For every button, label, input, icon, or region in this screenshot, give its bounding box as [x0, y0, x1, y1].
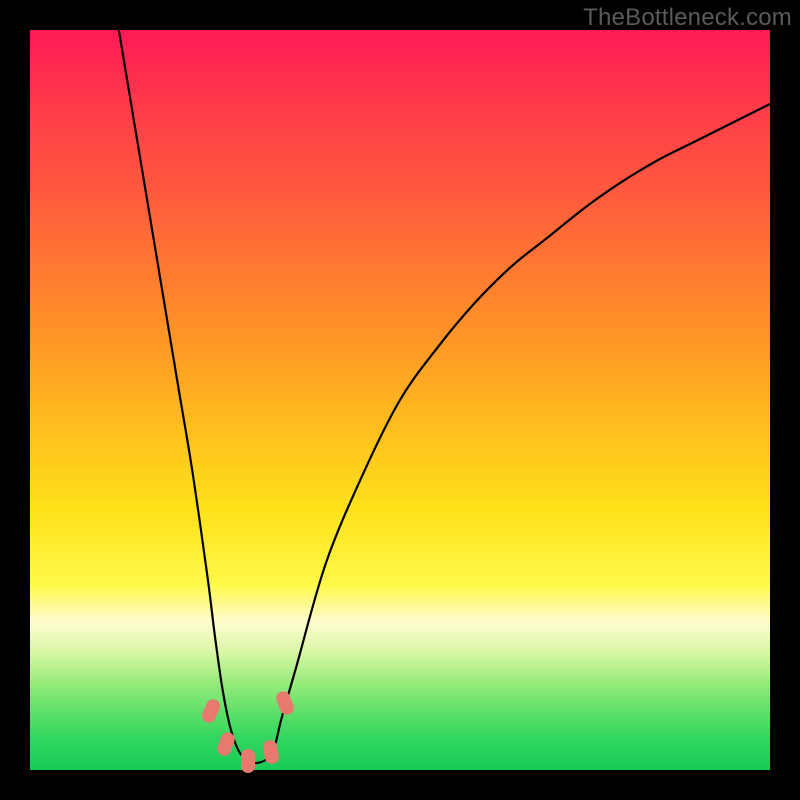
chart-frame: TheBottleneck.com — [0, 0, 800, 800]
plot-area — [30, 30, 770, 770]
bottleneck-curve — [30, 30, 770, 770]
curve-marker-2 — [241, 749, 255, 773]
watermark-text: TheBottleneck.com — [583, 4, 792, 32]
